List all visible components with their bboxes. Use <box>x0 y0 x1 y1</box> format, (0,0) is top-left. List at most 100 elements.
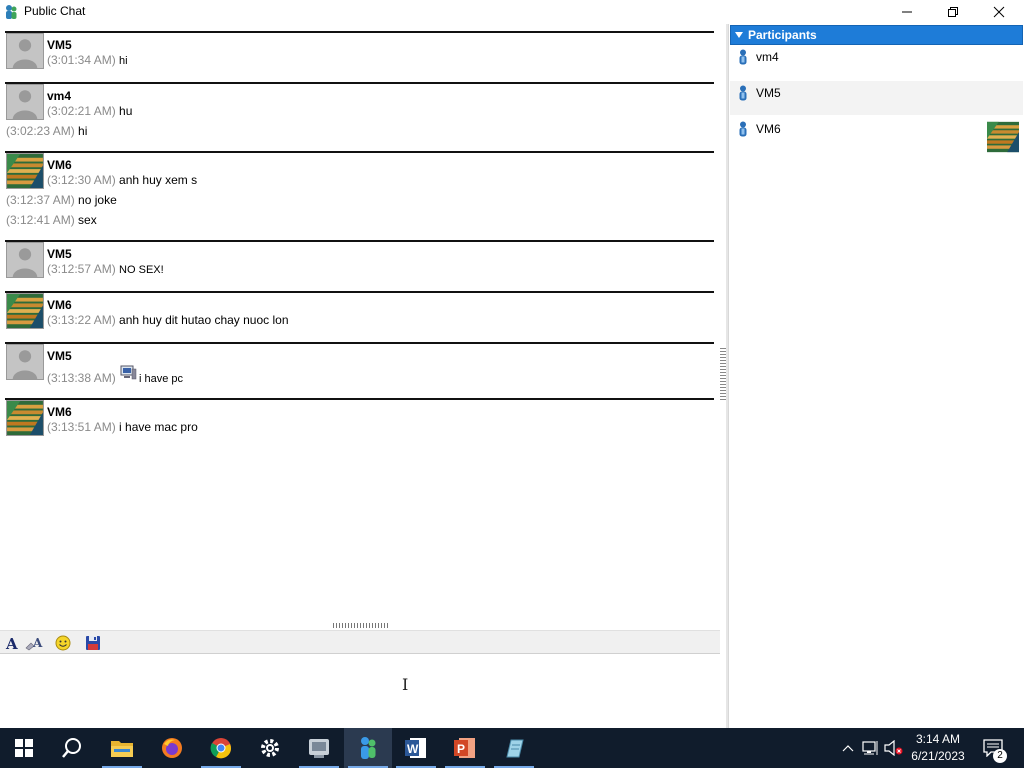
clock[interactable]: 3:14 AM 6/21/2023 <box>902 731 974 765</box>
message-text: no joke <box>78 193 117 207</box>
message-text: hu <box>119 104 133 118</box>
timestamp: (3:12:57 AM) <box>47 262 116 276</box>
search-button[interactable] <box>48 728 96 768</box>
firefox-button[interactable] <box>148 728 196 768</box>
window-title: Public Chat <box>24 4 86 18</box>
svg-text:A: A <box>5 635 18 651</box>
sender-name: vm4 <box>47 89 72 103</box>
message-text: i have mac pro <box>119 420 198 434</box>
group-separator <box>5 291 714 293</box>
minimize-icon <box>902 11 912 13</box>
chat-message: (3:13:22 AM) anh huy dit hutao chay nuoc… <box>47 313 289 327</box>
chat-history[interactable]: VM5 (3:01:34 AM) hi vm4 (3:02:21 AM) hu … <box>0 24 720 622</box>
participant-name: VM5 <box>756 86 781 100</box>
message-group: VM6 (3:12:30 AM) anh huy xem s (3:12:37 … <box>0 151 720 240</box>
default-avatar <box>6 344 44 380</box>
restore-button[interactable] <box>930 0 976 24</box>
message-group: VM6 (3:13:22 AM) anh huy dit hutao chay … <box>0 291 720 342</box>
chat-message: (3:02:23 AM) hi <box>6 124 87 138</box>
chat-message: (3:12:37 AM) no joke <box>6 193 117 207</box>
message-text: anh huy dit hutao chay nuoc lon <box>119 313 289 327</box>
emoticon-button[interactable] <box>53 633 73 653</box>
stairs-avatar <box>6 293 44 329</box>
participant-item[interactable]: vm4 <box>730 45 1023 79</box>
network-app-button[interactable] <box>295 728 343 768</box>
group-separator <box>5 31 714 33</box>
stairs-avatar <box>6 400 44 436</box>
minimize-button[interactable] <box>884 0 930 24</box>
default-avatar <box>6 242 44 278</box>
close-icon <box>993 6 1005 18</box>
chrome-button[interactable] <box>197 728 245 768</box>
settings-button[interactable] <box>246 728 294 768</box>
message-group: VM5 (3:12:57 AM) NO SEX! <box>0 240 720 291</box>
word-icon: W <box>405 738 426 758</box>
group-separator <box>5 398 714 400</box>
start-button[interactable] <box>0 728 48 768</box>
timestamp: (3:02:23 AM) <box>6 124 75 138</box>
svg-text:A: A <box>32 636 43 650</box>
show-hidden-icons-button[interactable] <box>838 728 858 768</box>
timestamp: (3:12:37 AM) <box>6 193 75 207</box>
sender-name: VM6 <box>47 158 72 172</box>
participants-title: Participants <box>748 28 817 42</box>
participants-header[interactable]: Participants <box>730 25 1023 45</box>
chat-app-button[interactable] <box>344 728 392 768</box>
horizontal-splitter-handle[interactable] <box>333 623 388 628</box>
participant-item[interactable]: VM6 <box>730 117 1023 155</box>
message-text: hi <box>119 55 128 67</box>
group-separator <box>5 342 714 344</box>
stairs-avatar <box>6 153 44 189</box>
timestamp: (3:13:38 AM) <box>47 371 116 385</box>
message-group: VM5 (3:01:34 AM) hi <box>0 31 720 82</box>
search-icon <box>62 738 81 758</box>
clock-date: 6/21/2023 <box>911 749 965 763</box>
powerpoint-button[interactable]: P <box>441 728 489 768</box>
volume-muted-icon <box>884 740 903 756</box>
start-icon <box>15 739 33 757</box>
text-color-button[interactable]: A <box>24 633 44 653</box>
participant-item[interactable]: VM5 <box>730 81 1023 115</box>
restore-icon <box>948 7 958 17</box>
stairs-picture-icon <box>7 401 43 435</box>
person-silhouette-icon <box>7 243 43 277</box>
word-button[interactable]: W <box>392 728 440 768</box>
person-silhouette-icon <box>7 34 43 68</box>
chat-app-icon <box>361 737 376 759</box>
chat-message: (3:13:51 AM) i have mac pro <box>47 420 198 434</box>
message-text: hi <box>78 124 88 138</box>
user-icon <box>739 49 747 65</box>
notepad-icon <box>506 739 524 758</box>
participants-panel: Participants vm4 VM5 VM6 <box>728 24 1024 728</box>
timestamp: (3:01:34 AM) <box>47 53 116 67</box>
collapse-arrow-icon <box>735 32 743 38</box>
chat-message: (3:12:30 AM) anh huy xem s <box>47 173 197 187</box>
participant-name: VM6 <box>756 122 781 136</box>
chat-message: (3:02:21 AM) hu <box>47 104 132 118</box>
taskbar: W P 3:14 AM 6/21/2023 <box>0 728 1024 768</box>
chevron-up-icon <box>842 745 854 752</box>
svg-text:W: W <box>407 742 419 756</box>
file-explorer-button[interactable] <box>98 728 146 768</box>
file-explorer-icon <box>111 741 133 757</box>
message-group: VM6 (3:13:51 AM) i have mac pro <box>0 398 720 449</box>
notepad-button[interactable] <box>490 728 538 768</box>
network-app-icon <box>309 739 329 758</box>
app-icon <box>6 5 17 19</box>
user-icon <box>739 121 747 137</box>
message-input[interactable] <box>0 655 720 727</box>
save-button[interactable] <box>83 633 103 653</box>
default-avatar <box>6 84 44 120</box>
svg-text:P: P <box>457 742 465 756</box>
save-icon <box>86 636 100 650</box>
person-silhouette-icon <box>7 85 43 119</box>
group-separator <box>5 151 714 153</box>
font-button[interactable]: A <box>2 633 22 653</box>
clock-time: 3:14 AM <box>915 732 961 746</box>
network-status-button[interactable] <box>860 728 882 768</box>
timestamp: (3:13:22 AM) <box>47 313 116 327</box>
stairs-picture-icon <box>7 154 43 188</box>
group-separator <box>5 240 714 242</box>
participant-name: vm4 <box>756 50 779 64</box>
close-button[interactable] <box>976 0 1022 24</box>
